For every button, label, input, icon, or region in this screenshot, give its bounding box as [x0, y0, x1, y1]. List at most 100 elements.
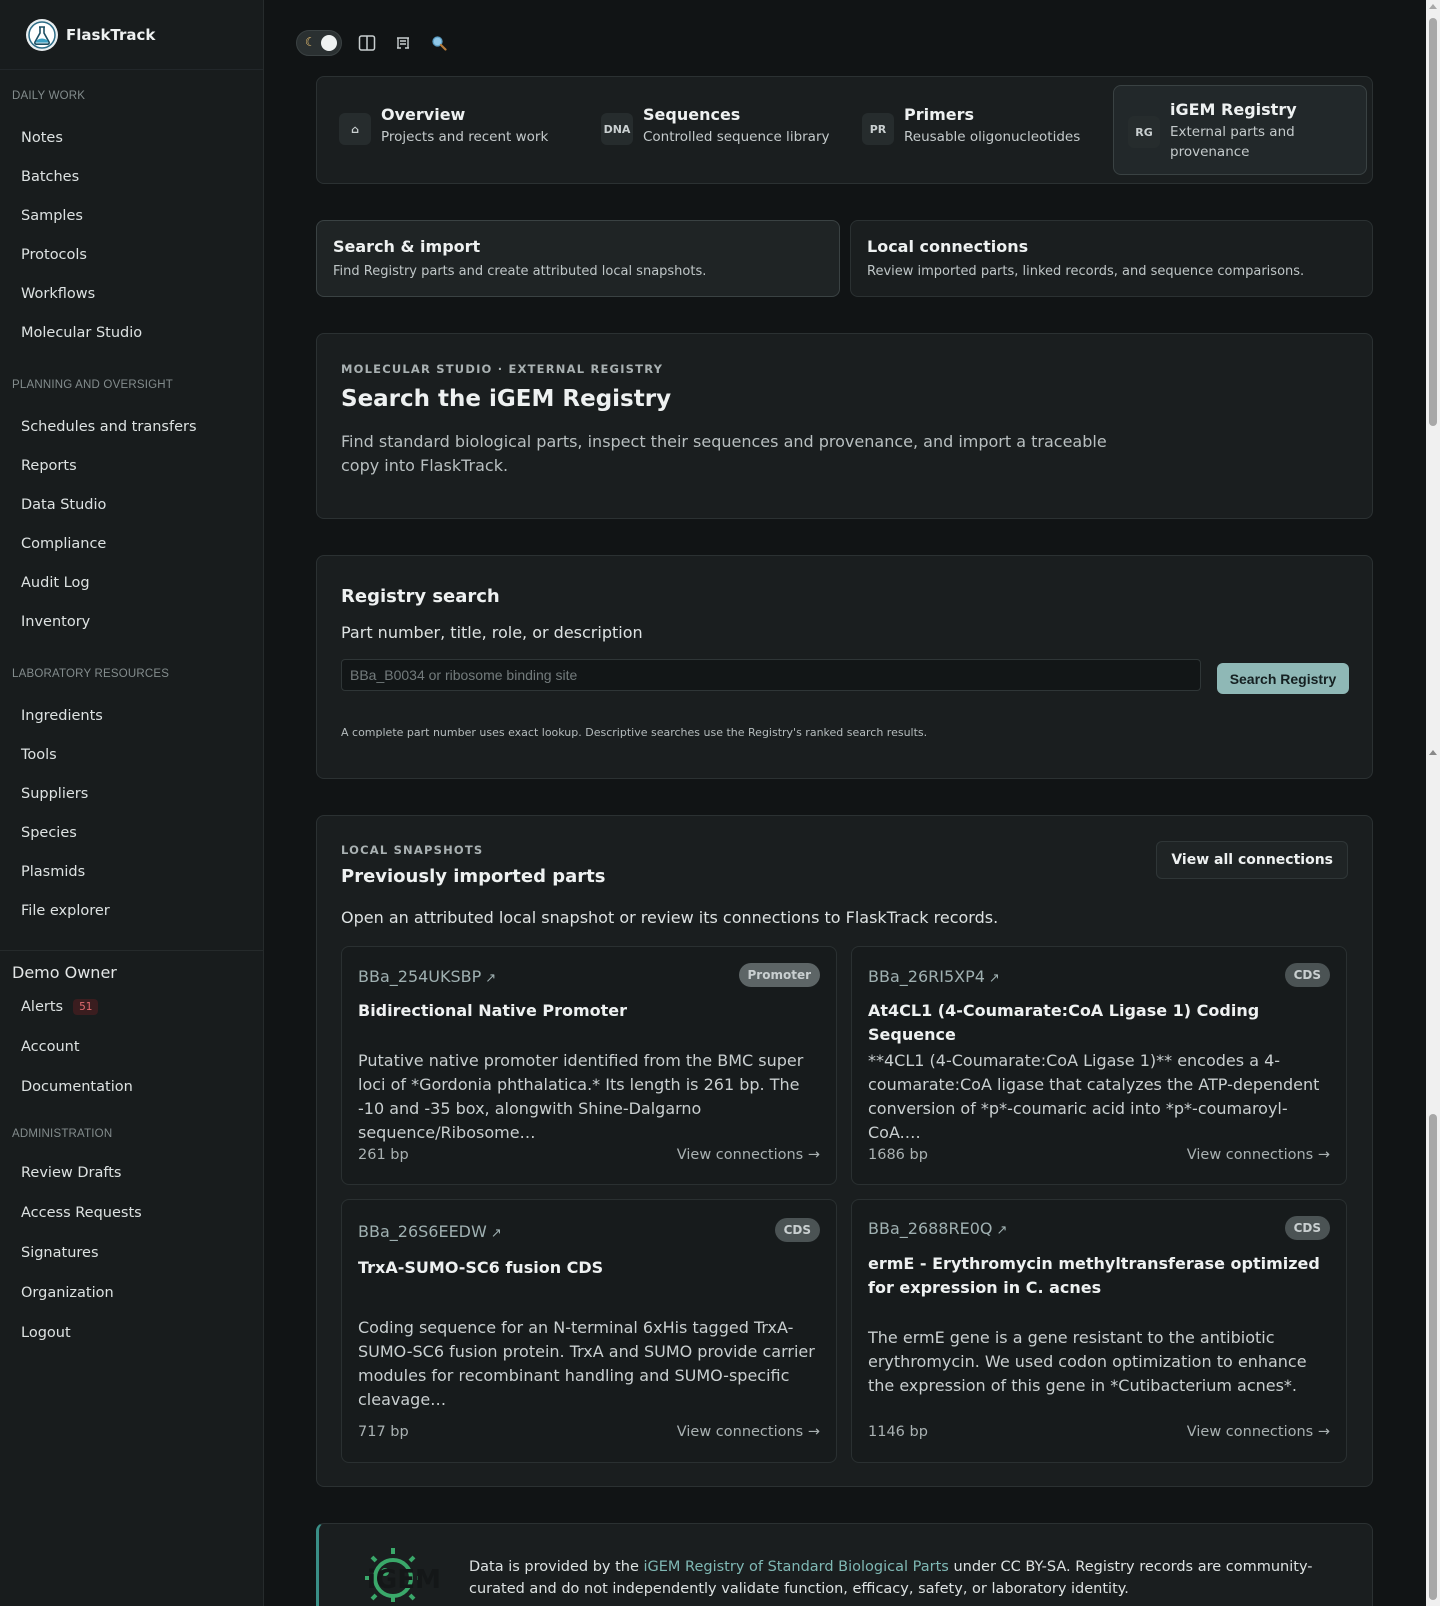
search-icon[interactable]: [428, 32, 450, 54]
tab-title: iGEM Registry: [1170, 100, 1297, 119]
registry-search-input[interactable]: [341, 659, 1201, 691]
sidebar-item-organization[interactable]: Organization: [0, 1273, 264, 1313]
view-connections-link[interactable]: View connections →: [1187, 1147, 1330, 1163]
brand[interactable]: FlaskTrack: [0, 0, 263, 70]
search-title: Registry search: [341, 586, 500, 607]
scroll-thumb-lower[interactable]: [1429, 1114, 1437, 1600]
external-link-icon: ↗: [988, 971, 1000, 986]
sidebar-item-molecular-studio[interactable]: Molecular Studio: [0, 313, 264, 352]
nav-section-planning: PLANNING AND OVERSIGHT Schedules and tra…: [0, 379, 264, 641]
subtab-desc: Review imported parts, linked records, a…: [867, 264, 1305, 279]
subtab-desc: Find Registry parts and create attribute…: [333, 264, 707, 279]
local-snapshots-card: LOCAL SNAPSHOTS Previously imported part…: [316, 815, 1373, 1487]
sidebar: FlaskTrack DAILY WORK Notes Batches Samp…: [0, 0, 264, 1606]
part-title: Bidirectional Native Promoter: [358, 1001, 628, 1020]
tab-sequences[interactable]: DNA Sequences Controlled sequence librar…: [601, 105, 830, 147]
part-card[interactable]: BBa_2688RE0Q ↗ CDS ermE - Erythromycin me…: [851, 1199, 1347, 1463]
external-link-icon: ↗: [485, 971, 497, 986]
sidebar-item-suppliers[interactable]: Suppliers: [0, 774, 264, 813]
role-badge: CDS: [1284, 963, 1330, 987]
part-length: 1686 bp: [868, 1147, 928, 1163]
search-label: Part number, title, role, or description: [341, 623, 643, 642]
sidebar-item-audit-log[interactable]: Audit Log: [0, 563, 264, 602]
sidebar-item-documentation[interactable]: Documentation: [0, 1067, 264, 1107]
section-title: DAILY WORK: [12, 90, 86, 102]
tab-primers[interactable]: PR Primers Reusable oligonucleotides: [862, 105, 1080, 147]
intro-card: MOLECULAR STUDIO · EXTERNAL REGISTRY Sea…: [316, 333, 1373, 519]
sidebar-item-tools[interactable]: Tools: [0, 735, 264, 774]
main-content: ☾ ⌂ Overview Projects and recent work DN…: [264, 0, 1426, 1606]
tab-igem-registry[interactable]: RG iGEM Registry External parts and prov…: [1113, 85, 1367, 175]
sidebar-item-notes[interactable]: Notes: [0, 118, 264, 157]
snapshots-eyebrow: LOCAL SNAPSHOTS: [341, 843, 484, 857]
part-card[interactable]: BBa_254UKSBP ↗ Promoter Bidirectional Nat…: [341, 946, 837, 1185]
tab-subtitle: Projects and recent work: [381, 129, 549, 145]
sidebar-item-species[interactable]: Species: [0, 813, 264, 852]
sidebar-item-reports[interactable]: Reports: [0, 446, 264, 485]
sidebar-item-batches[interactable]: Batches: [0, 157, 264, 196]
attribution-text: Data is provided by the iGEM Registry of…: [469, 1559, 1313, 1597]
part-length: 717 bp: [358, 1424, 409, 1440]
sidebar-item-ingredients[interactable]: Ingredients: [0, 696, 264, 735]
nav-section-lab-resources: LABORATORY RESOURCES Ingredients Tools S…: [0, 668, 264, 930]
part-title: TrxA-SUMO-SC6 fusion CDS: [358, 1258, 604, 1277]
primer-icon: PR: [862, 113, 894, 145]
sidebar-item-access-requests[interactable]: Access Requests: [0, 1193, 264, 1233]
external-link-icon: ↗: [996, 1223, 1008, 1238]
registry-link[interactable]: iGEM Registry of Standard Biological Par…: [644, 1559, 949, 1575]
role-badge: CDS: [774, 1218, 820, 1242]
part-description: **4CL1 (4-Coumarate:CoA Ligase 1)** enco…: [868, 1051, 1320, 1142]
sidebar-item-review-drafts[interactable]: Review Drafts: [0, 1153, 264, 1193]
part-length: 261 bp: [358, 1147, 409, 1163]
search-hint: A complete part number uses exact lookup…: [341, 726, 928, 739]
section-title: ADMINISTRATION: [12, 1128, 113, 1140]
part-id-link[interactable]: BBa_2688RE0Q ↗: [868, 1219, 1007, 1238]
sidebar-item-samples[interactable]: Samples: [0, 196, 264, 235]
tab-title: Overview: [381, 105, 466, 124]
sidebar-item-alerts[interactable]: Alerts 51: [0, 987, 264, 1027]
sidebar-item-protocols[interactable]: Protocols: [0, 235, 264, 274]
part-card[interactable]: BBa_26S6EEDW ↗ CDS TrxA-SUMO-SC6 fusion C…: [341, 1199, 837, 1463]
igem-logo-text: iGEM: [367, 1565, 441, 1595]
view-all-connections-button[interactable]: View all connections: [1156, 841, 1348, 879]
sidebar-item-inventory[interactable]: Inventory: [0, 602, 264, 641]
part-id-link[interactable]: BBa_26RI5XP4 ↗: [868, 967, 1000, 986]
split-view-icon[interactable]: [356, 32, 378, 54]
alerts-label: Alerts: [21, 999, 64, 1015]
part-title: At4CL1 (4-Coumarate:CoA Ligase 1) Coding…: [868, 1001, 1260, 1044]
view-connections-link[interactable]: View connections →: [1187, 1424, 1330, 1440]
subtab-search-import[interactable]: Search & import Find Registry parts and …: [316, 220, 840, 297]
sidebar-item-file-explorer[interactable]: File explorer: [0, 891, 264, 930]
sidebar-item-account[interactable]: Account: [0, 1027, 264, 1067]
view-connections-link[interactable]: View connections →: [677, 1424, 820, 1440]
part-id-link[interactable]: BBa_26S6EEDW ↗: [358, 1222, 502, 1241]
part-description: Coding sequence for an N-terminal 6xHis …: [358, 1318, 815, 1409]
part-description: Putative native promoter identified from…: [358, 1051, 804, 1142]
subtab-title: Search & import: [333, 237, 481, 256]
view-connections-link[interactable]: View connections →: [677, 1147, 820, 1163]
home-icon: ⌂: [339, 113, 371, 145]
sidebar-item-workflows[interactable]: Workflows: [0, 274, 264, 313]
subtab-local-connections[interactable]: Local connections Review imported parts,…: [850, 220, 1373, 297]
part-id-link[interactable]: BBa_254UKSBP ↗: [358, 967, 496, 986]
tab-subtitle: Reusable oligonucleotides: [904, 129, 1081, 145]
snapshots-description: Open an attributed local snapshot or rev…: [341, 908, 999, 927]
sidebar-item-signatures[interactable]: Signatures: [0, 1233, 264, 1273]
tab-title: Sequences: [643, 105, 741, 124]
module-tabbar: ⌂ Overview Projects and recent work DNA …: [316, 76, 1373, 184]
scroll-up-arrow[interactable]: [1429, 4, 1437, 9]
sidebar-item-logout[interactable]: Logout: [0, 1313, 264, 1353]
sidebar-item-compliance[interactable]: Compliance: [0, 524, 264, 563]
sidebar-item-data-studio[interactable]: Data Studio: [0, 485, 264, 524]
sidebar-item-plasmids[interactable]: Plasmids: [0, 852, 264, 891]
search-registry-button[interactable]: Search Registry: [1217, 663, 1349, 694]
tab-overview[interactable]: ⌂ Overview Projects and recent work: [339, 105, 548, 147]
rooms-icon[interactable]: [392, 32, 414, 54]
scroll-thumb[interactable]: [1429, 18, 1437, 426]
page-scrollbar[interactable]: [1426, 0, 1440, 1606]
sidebar-item-schedules[interactable]: Schedules and transfers: [0, 407, 264, 446]
theme-toggle[interactable]: ☾: [296, 30, 342, 56]
tab-title: Primers: [904, 105, 975, 124]
subtab-title: Local connections: [867, 237, 1029, 256]
part-card[interactable]: BBa_26RI5XP4 ↗ CDS At4CL1 (4-Coumarate:Co…: [851, 946, 1347, 1185]
